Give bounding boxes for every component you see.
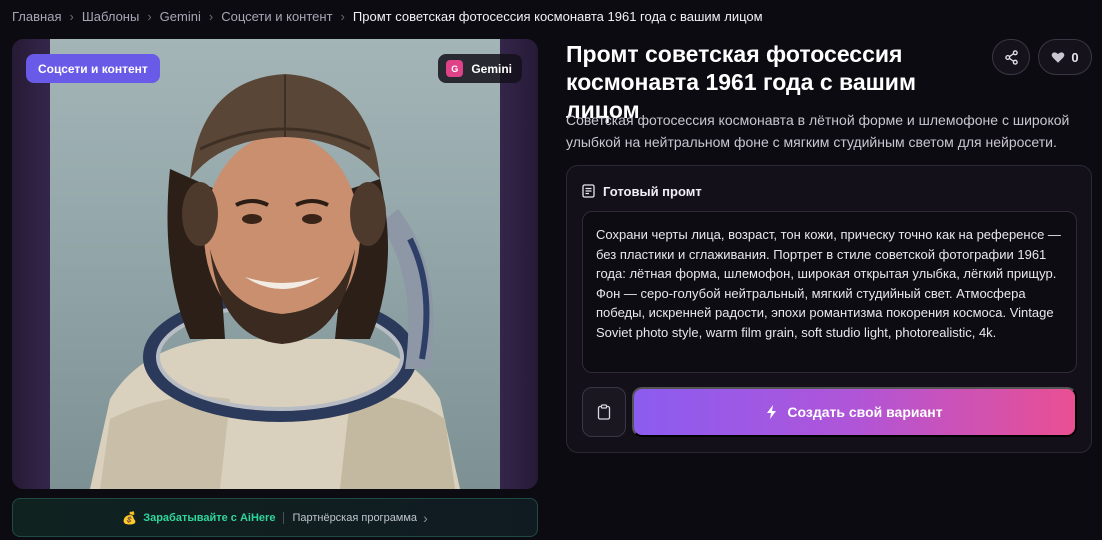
breadcrumb-current: Промт советская фотосессия космонавта 19… [352, 8, 763, 24]
image-backdrop-left [12, 39, 50, 489]
heart-icon [1052, 51, 1065, 63]
clipboard-icon [597, 404, 611, 420]
breadcrumb-item-gemini[interactable]: Gemini [160, 9, 201, 24]
model-badge[interactable]: G Gemini [438, 54, 522, 83]
prompt-header: Готовый промт [582, 182, 702, 200]
likes-count: 0 [1071, 49, 1079, 65]
share-button[interactable] [992, 39, 1030, 75]
breadcrumb-separator: › [340, 8, 345, 24]
prompt-heading: Готовый промт [603, 183, 702, 199]
money-bag-icon: 💰 [122, 510, 138, 525]
portrait-illustration [90, 74, 460, 489]
create-variant-button[interactable]: Создать свой вариант [632, 387, 1077, 437]
copy-prompt-button[interactable] [582, 387, 626, 437]
like-button[interactable]: 0 [1038, 39, 1092, 75]
divider [283, 511, 285, 524]
partner-program-banner[interactable]: 💰 Зарабатывайте с AiHere Партнёрская про… [12, 498, 538, 537]
breadcrumb-separator: › [147, 8, 152, 24]
document-icon [582, 184, 595, 198]
breadcrumb-item-templates[interactable]: Шаблоны [82, 9, 140, 24]
cosmonaut-portrait-image [50, 39, 500, 489]
share-icon [1004, 49, 1018, 65]
create-variant-label: Создать свой вариант [787, 404, 943, 420]
breadcrumb-item-home[interactable]: Главная [12, 9, 61, 24]
lightning-icon [767, 405, 777, 419]
breadcrumb-item-category[interactable]: Соцсети и контент [221, 9, 332, 24]
breadcrumb: Главная › Шаблоны › Gemini › Соцсети и к… [12, 7, 763, 25]
chevron-right-icon: › [423, 509, 428, 526]
breadcrumb-separator: › [69, 8, 74, 24]
preview-image-card: Соцсети и контент G Gemini [12, 39, 538, 489]
earn-text: Зарабатывайте с AiHere [143, 511, 276, 524]
prompt-card: Готовый промт Сохрани черты лица, возрас… [566, 165, 1092, 453]
prompt-text[interactable]: Сохрани черты лица, возраст, тон кожи, п… [582, 211, 1077, 373]
image-backdrop-right [500, 39, 538, 489]
template-description: Советская фотосессия космонавта в лётной… [566, 112, 1070, 150]
gemini-icon: G [446, 60, 464, 77]
category-tag[interactable]: Соцсети и контент [26, 54, 160, 83]
breadcrumb-separator: › [208, 8, 214, 24]
partner-program-link[interactable]: Партнёрская программа [292, 512, 417, 524]
model-label: Gemini [471, 61, 512, 76]
